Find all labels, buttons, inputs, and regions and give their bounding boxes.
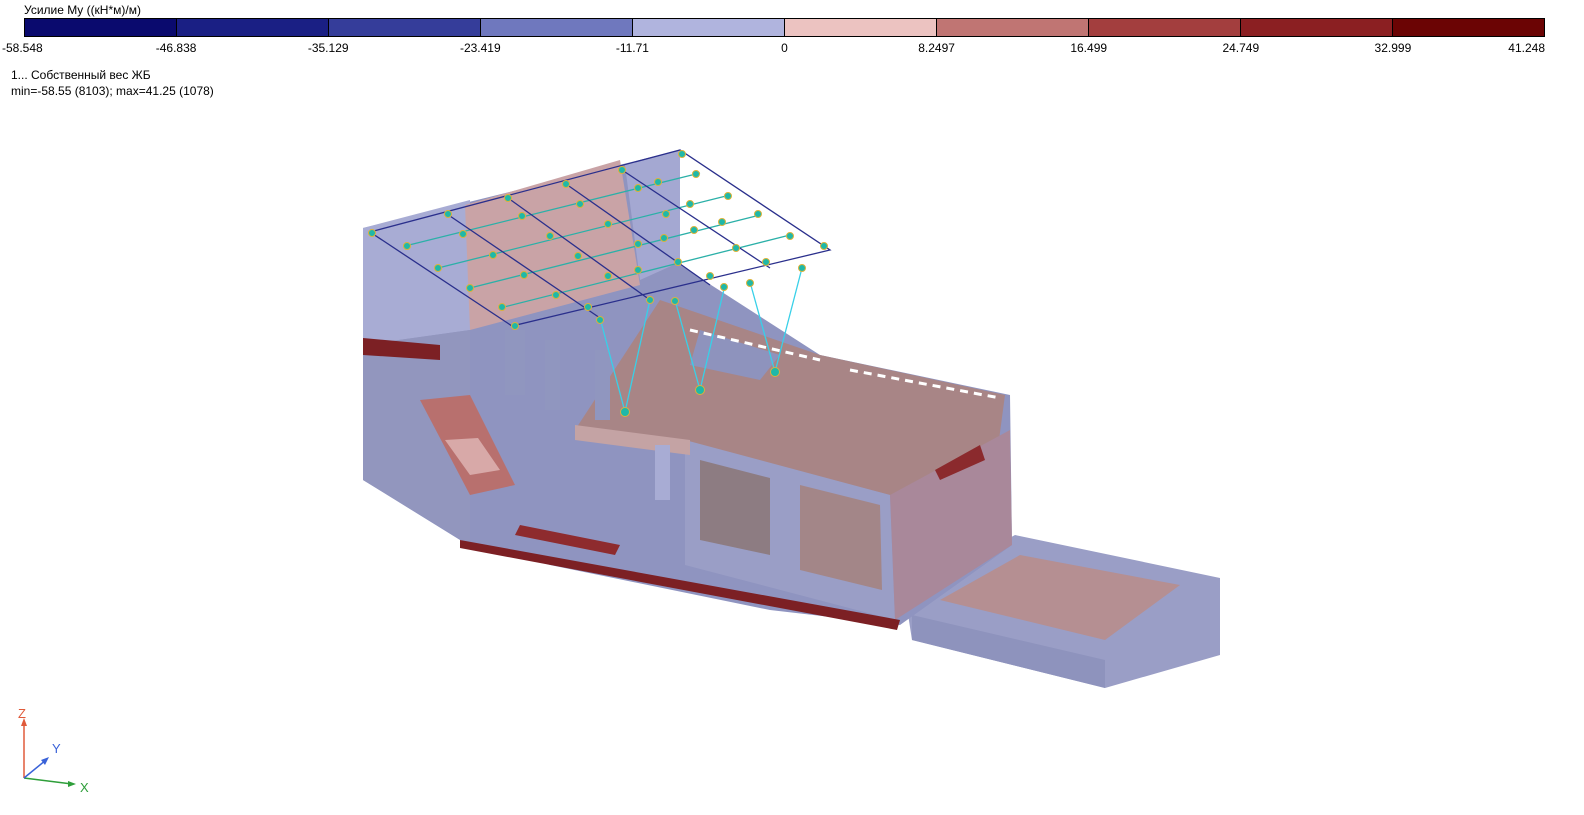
color-scale-swatch — [633, 19, 785, 36]
legend-title: Усилие My ((кН*м)/м) — [24, 3, 141, 17]
color-scale-swatch — [937, 19, 1089, 36]
color-scale-swatch — [25, 19, 177, 36]
color-scale-tick-label: -23.419 — [459, 41, 501, 55]
color-scale-swatch — [785, 19, 937, 36]
color-scale-tick-label: 24.749 — [1222, 41, 1260, 55]
color-scale-swatch — [329, 19, 481, 36]
interior-column-3 — [595, 350, 610, 420]
interior-column-2 — [545, 340, 560, 410]
interior-column — [505, 330, 525, 395]
axis-triad: Z Y X — [18, 706, 89, 795]
color-scale-swatch — [1241, 19, 1393, 36]
color-scale-swatch — [481, 19, 633, 36]
color-scale-swatch — [1393, 19, 1544, 36]
color-scale-tick-label: -58.548 — [2, 41, 43, 55]
color-scale-tick-label: 8.2497 — [918, 41, 955, 55]
axis-x-label: X — [80, 780, 89, 795]
color-scale-tick-label: -46.838 — [155, 41, 197, 55]
color-scale-tick-label: 16.499 — [1070, 41, 1108, 55]
color-scale-tick-label: 41.248 — [1508, 41, 1545, 55]
axis-z-label: Z — [18, 706, 26, 721]
color-scale-tick-label: 0 — [781, 41, 788, 55]
color-scale-tick-label: 32.999 — [1374, 41, 1412, 55]
color-scale-tick-label: -35.129 — [307, 41, 349, 55]
interior-column-4 — [655, 445, 670, 500]
model-3d-view[interactable] — [0, 0, 1584, 815]
color-scale-swatch — [1089, 19, 1241, 36]
left-wall — [363, 200, 470, 345]
color-scale-bar — [24, 18, 1545, 37]
axis-y-label: Y — [52, 741, 61, 756]
color-scale-swatch — [177, 19, 329, 36]
load-case-label: 1... Собственный вес ЖБ — [11, 68, 151, 82]
min-max-label: min=-58.55 (8103); max=41.25 (1078) — [11, 84, 214, 98]
color-scale-tick-label: -11.71 — [615, 41, 649, 55]
